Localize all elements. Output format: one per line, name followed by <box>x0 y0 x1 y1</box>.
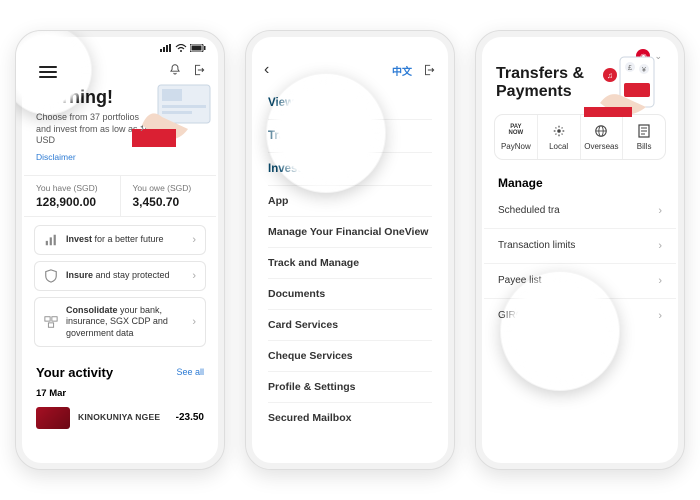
row-giro-services[interactable]: GIRO services› <box>484 299 676 333</box>
activity-amount: -23.50 <box>176 412 204 423</box>
chart-icon <box>44 233 58 247</box>
chevron-right-icon: › <box>658 240 662 252</box>
menu-track-manage[interactable]: Track and Manage <box>268 248 432 279</box>
menu-cheque-services[interactable]: Cheque Services <box>268 341 432 372</box>
svg-text:£: £ <box>628 65 632 72</box>
language-toggle[interactable]: 中文 <box>392 63 412 78</box>
globe-icon <box>594 124 608 138</box>
menu-secured-mailbox[interactable]: Secured Mailbox <box>268 403 432 433</box>
chevron-right-icon: › <box>658 205 662 217</box>
activity-heading: Your activity <box>36 365 113 380</box>
row-payee-list[interactable]: Payee list› <box>484 264 676 299</box>
shield-icon <box>44 269 58 283</box>
menu-view-accounts[interactable]: View Accounts <box>268 87 432 120</box>
transfers-illustration: £ ¥ ♫ <box>584 53 674 117</box>
balance-you-owe[interactable]: You owe (SGD) 3,450.70 <box>120 176 217 216</box>
row-scheduled-transactions[interactable]: Scheduled tra› <box>484 194 676 229</box>
menu-transfers-payments[interactable]: Transfers & Paym <box>268 120 432 153</box>
chevron-right-icon: › <box>192 234 196 246</box>
disclaimer-link[interactable]: Disclaimer <box>36 152 76 162</box>
logout-icon[interactable] <box>422 63 436 77</box>
back-icon[interactable]: ‹ <box>264 61 269 79</box>
page-title: Transfers &Payments <box>496 65 584 102</box>
card-image <box>36 407 70 429</box>
row-transaction-limits[interactable]: Transaction limits› <box>484 229 676 264</box>
svg-text:♫: ♫ <box>607 71 613 80</box>
status-bar <box>254 39 446 57</box>
notifications-icon[interactable] <box>168 63 182 77</box>
bills-icon <box>638 124 650 138</box>
you-have-label: You have (SGD) <box>36 183 108 193</box>
you-owe-label: You owe (SGD) <box>133 183 205 193</box>
card-insure[interactable]: Insure and stay protected › <box>34 261 206 291</box>
menu-apply[interactable]: App <box>268 186 432 217</box>
local-icon <box>552 124 566 138</box>
chevron-right-icon: › <box>192 270 196 282</box>
svg-text:¥: ¥ <box>642 67 646 74</box>
hero-chevron-icon[interactable]: › <box>140 121 144 135</box>
chevron-right-icon: › <box>658 310 662 322</box>
activity-date: 17 Mar <box>24 386 216 401</box>
phone-home: Morning! Choose from 37 portfolios and i… <box>15 30 225 470</box>
paynow-icon: PAY NOW <box>497 123 535 139</box>
you-owe-amount: 3,450.70 <box>133 195 205 209</box>
tab-local[interactable]: Local <box>537 115 580 159</box>
phone-transfers: ◉ ⌄ £ ¥ ♫ Transfers &Payments PAY NOW <box>475 30 685 470</box>
transfer-type-tabs: PAY NOW PayNow Local Overseas Bills <box>494 114 666 160</box>
tab-bills[interactable]: Bills <box>622 115 665 159</box>
card-invest[interactable]: Invest for a better future › <box>34 225 206 255</box>
menu-invest[interactable]: Invest <box>268 153 432 186</box>
menu-financial-oneview[interactable]: Manage Your Financial OneView <box>268 217 432 248</box>
menu-hamburger-icon[interactable] <box>34 64 52 76</box>
wifi-icon <box>175 44 187 52</box>
activity-row[interactable]: KINOKUNIYA NGEE -23.50 <box>24 401 216 435</box>
see-all-link[interactable]: See all <box>176 367 204 377</box>
battery-icon <box>190 44 206 52</box>
tab-overseas[interactable]: Overseas <box>580 115 623 159</box>
hero-illustration <box>132 77 216 147</box>
manage-heading: Manage <box>484 170 676 194</box>
menu-card-services[interactable]: Card Services <box>268 310 432 341</box>
menu-profile-settings[interactable]: Profile & Settings <box>268 372 432 403</box>
logout-icon[interactable] <box>192 63 206 77</box>
card-consolidate[interactable]: Consolidate your bank, insurance, SGX CD… <box>34 297 206 347</box>
activity-merchant: KINOKUNIYA NGEE <box>78 413 168 422</box>
balance-you-have[interactable]: You have (SGD) 128,900.00 <box>24 176 120 216</box>
tab-paynow[interactable]: PAY NOW PayNow <box>495 115 537 159</box>
chevron-right-icon: › <box>658 275 662 287</box>
signal-icon <box>160 44 172 52</box>
menu-documents[interactable]: Documents <box>268 279 432 310</box>
consolidate-icon <box>44 315 58 329</box>
status-bar <box>24 39 216 57</box>
you-have-amount: 128,900.00 <box>36 195 108 209</box>
phone-menu: ‹ 中文 View Accounts Transfers & Paym Inve… <box>245 30 455 470</box>
chevron-right-icon: › <box>192 316 196 328</box>
